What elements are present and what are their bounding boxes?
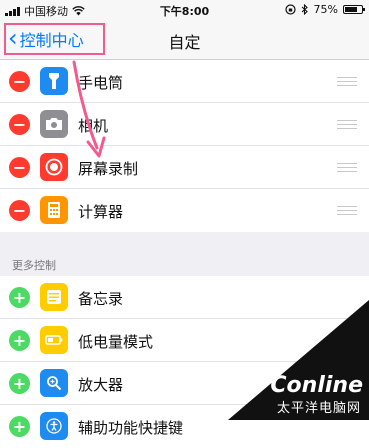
control-label: 放大器 bbox=[78, 376, 124, 394]
included-controls-list: − 手电筒 − 相机 − 屏幕录制 − 计算器 bbox=[0, 60, 369, 232]
reorder-handle-icon[interactable] bbox=[337, 163, 357, 172]
camera-icon bbox=[40, 110, 68, 138]
orientation-lock-icon bbox=[284, 4, 296, 15]
status-bar: 中国移动 下午8:00 75% bbox=[0, 0, 369, 20]
control-label: 低电量模式 bbox=[78, 333, 154, 351]
control-row-notes: + 备忘录 bbox=[0, 276, 369, 319]
status-right: 75% bbox=[284, 3, 365, 16]
control-row-magnifier: + 放大器 bbox=[0, 362, 369, 405]
control-row-low-power: + 低电量模式 bbox=[0, 319, 369, 362]
section-header-more-controls: 更多控制 bbox=[12, 259, 56, 272]
control-label: 备忘录 bbox=[78, 290, 124, 308]
add-icon[interactable]: + bbox=[9, 330, 30, 351]
page-title: 自定 bbox=[168, 33, 201, 52]
notes-icon bbox=[40, 283, 68, 311]
remove-icon[interactable]: − bbox=[9, 71, 30, 92]
control-label: 辅助功能快捷键 bbox=[78, 419, 184, 437]
battery-icon bbox=[343, 5, 365, 14]
battery-percent: 75% bbox=[313, 3, 338, 16]
control-row-accessibility: + 辅助功能快捷键 bbox=[0, 405, 369, 448]
add-icon[interactable]: + bbox=[9, 287, 30, 308]
reorder-handle-icon[interactable] bbox=[337, 120, 357, 129]
more-controls-list: + 备忘录 + 低电量模式 + 放大器 + 辅助功能快捷键 bbox=[0, 276, 369, 448]
control-row-screen-recording: − 屏幕录制 bbox=[0, 146, 369, 189]
magnifier-icon bbox=[40, 369, 68, 397]
control-row-camera: − 相机 bbox=[0, 103, 369, 146]
remove-icon[interactable]: − bbox=[9, 114, 30, 135]
control-label: 屏幕录制 bbox=[78, 160, 139, 178]
remove-icon[interactable]: − bbox=[9, 200, 30, 221]
control-row-flashlight: − 手电筒 bbox=[0, 60, 369, 103]
control-label: 手电筒 bbox=[78, 74, 124, 92]
nav-bar: ‹ 控制中心 自定 bbox=[0, 20, 369, 60]
reorder-handle-icon[interactable] bbox=[337, 206, 357, 215]
reorder-handle-icon[interactable] bbox=[337, 77, 357, 86]
add-icon[interactable]: + bbox=[9, 416, 30, 437]
remove-icon[interactable]: − bbox=[9, 157, 30, 178]
calculator-icon bbox=[40, 196, 68, 224]
flashlight-icon bbox=[40, 67, 68, 95]
battery-icon bbox=[40, 326, 68, 354]
add-icon[interactable]: + bbox=[9, 373, 30, 394]
control-label: 相机 bbox=[78, 117, 109, 135]
accessibility-icon bbox=[40, 412, 68, 440]
battery-fill bbox=[345, 7, 357, 12]
control-label: 计算器 bbox=[78, 203, 124, 221]
bluetooth-icon bbox=[301, 4, 308, 15]
control-row-calculator: − 计算器 bbox=[0, 189, 369, 232]
screen-record-icon bbox=[40, 153, 68, 181]
